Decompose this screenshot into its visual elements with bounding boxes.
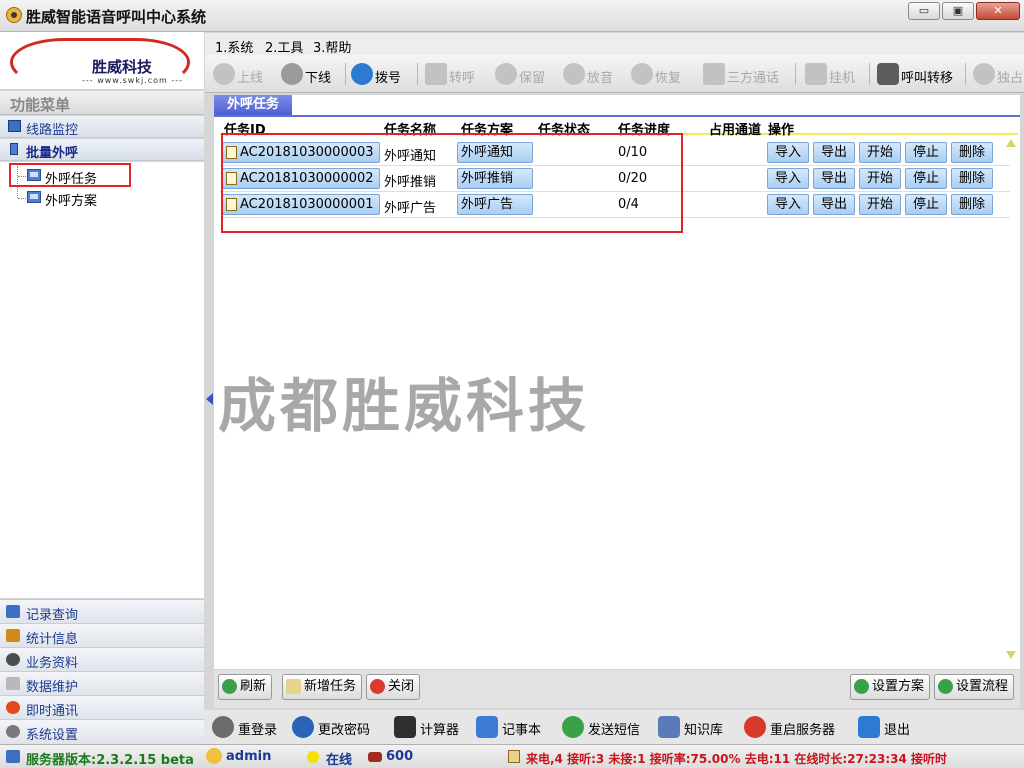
tools-bar: 重登录 更改密码 计算器 记事本 发送短信 知识库 重启服务器 退出 [204,710,1024,744]
refresh-icon [222,679,237,694]
collapse-sidebar-arrow[interactable] [206,393,213,405]
sms-icon [562,716,584,738]
hangup-icon [805,63,827,85]
restore-button[interactable]: ▣ [942,2,974,20]
menu-system[interactable]: 1.系统 [215,37,253,56]
highlight-box-table [221,133,683,233]
sidebar-item-im[interactable]: 即时通讯 [0,695,204,719]
user-icon [281,63,303,85]
menu-tools[interactable]: 2.工具 [265,37,303,56]
import-button[interactable]: 导入 [767,142,809,163]
stop-button[interactable]: 停止 [905,142,947,163]
data-icon [6,677,20,690]
relogin-icon [212,716,234,738]
stop-button[interactable]: 停止 [905,194,947,215]
window-title: 胜威智能语音呼叫中心系统 [26,8,207,26]
server-icon [6,750,20,763]
col-actions: 操作 [768,123,795,138]
close-window-button[interactable]: ✕ [976,2,1020,20]
sidebar-item-settings[interactable]: 系统设置 [0,719,204,744]
delete-button[interactable]: 删除 [951,168,993,189]
server-version: 服务器版本:2.3.2.15 beta [26,753,194,768]
stats-icon [6,629,20,642]
plan-icon [27,191,41,203]
app-icon [6,7,22,23]
plan-icon [854,679,869,694]
restart-icon [744,716,766,738]
records-icon [6,605,20,618]
action-bar: 刷新 新增任务 关闭 设置方案 设置流程 [214,670,1020,708]
hold-icon [495,63,517,85]
col-channels[interactable]: 占用通道 [709,119,761,138]
user-icon [213,63,235,85]
sidebar-item-batch-call[interactable]: 批量外呼 [0,139,204,161]
logo-name: 胜威科技 [92,58,153,76]
exit-icon [858,716,880,738]
notes-icon [508,750,520,763]
phone-icon [368,752,382,762]
delete-button[interactable]: 删除 [951,194,993,215]
sidebar-item-stats[interactable]: 统计信息 [0,623,204,647]
delete-button[interactable]: 删除 [951,142,993,163]
set-plan-button[interactable]: 设置方案 [850,674,931,700]
scroll-down-arrow[interactable] [1006,651,1016,659]
title-bar: 胜威智能语音呼叫中心系统 ▭ ▣ ✕ [0,0,1024,32]
set-flow-button[interactable]: 设置流程 [934,674,1015,700]
import-button[interactable]: 导入 [767,194,809,215]
export-button[interactable]: 导出 [813,168,855,189]
extension-number: 600 [386,749,414,764]
play-icon [563,63,585,85]
export-button[interactable]: 导出 [813,142,855,163]
minimize-button[interactable]: ▭ [908,2,940,20]
user-icon [206,748,222,764]
status-bar: 服务器版本:2.3.2.15 beta admin 在线 600 来电,4 接听… [0,744,1024,768]
flow-icon [938,679,953,694]
exclusive-icon [973,63,995,85]
highlight-box-tree [9,163,131,187]
start-button[interactable]: 开始 [859,194,901,215]
sidebar-header: 功能菜单 [0,91,204,115]
resume-icon [631,63,653,85]
im-icon [6,701,20,714]
company-logo: 胜威科技 --- www.swkj.com --- [0,32,204,90]
conference-icon [703,63,725,85]
calculator-icon [394,716,416,738]
close-tab-button[interactable]: 关闭 [366,674,421,700]
sidebar-item-business[interactable]: 业务资料 [0,647,204,671]
settings-icon [6,725,20,738]
phone-icon [351,63,373,85]
online-status-icon [307,751,319,763]
stop-button[interactable]: 停止 [905,168,947,189]
company-watermark: 成都胜威科技 [218,372,591,440]
start-button[interactable]: 开始 [859,142,901,163]
refresh-button[interactable]: 刷新 [218,674,273,700]
forward-icon [877,63,899,85]
sidebar-tree: 外呼任务 外呼方案 [0,162,204,598]
business-icon [6,653,20,666]
transfer-icon [425,63,447,85]
knowledge-icon [658,716,680,738]
notepad-icon [476,716,498,738]
new-task-icon [286,679,301,694]
menu-bar: 1.系统 2.工具 3.帮助 [205,33,1024,56]
sidebar-item-line-monitor[interactable]: 线路监控 [0,116,204,138]
sidebar-item-records[interactable]: 记录查询 [0,599,204,623]
call-toolbar: 上线 下线 拨号 转呼 保留 放音 恢复 三方通话 挂机 呼叫转移 独占 [205,55,1024,93]
password-icon [292,716,314,738]
batch-call-icon [10,143,18,155]
monitor-icon [8,120,21,132]
sidebar-item-data-maintenance[interactable]: 数据维护 [0,671,204,695]
import-button[interactable]: 导入 [767,168,809,189]
close-icon [370,679,385,694]
new-task-button[interactable]: 新增任务 [282,674,363,700]
tab-call-tasks[interactable]: 外呼任务 [214,95,292,115]
logo-url: --- www.swkj.com --- [82,76,184,85]
export-button[interactable]: 导出 [813,194,855,215]
online-status: 在线 [326,753,353,768]
start-button[interactable]: 开始 [859,168,901,189]
current-user: admin [226,749,272,764]
menu-help[interactable]: 3.帮助 [313,37,351,56]
call-stats: 来电,4 接听:3 未接:1 接听率:75.00% 去电:11 在线时长:27:… [526,752,948,766]
